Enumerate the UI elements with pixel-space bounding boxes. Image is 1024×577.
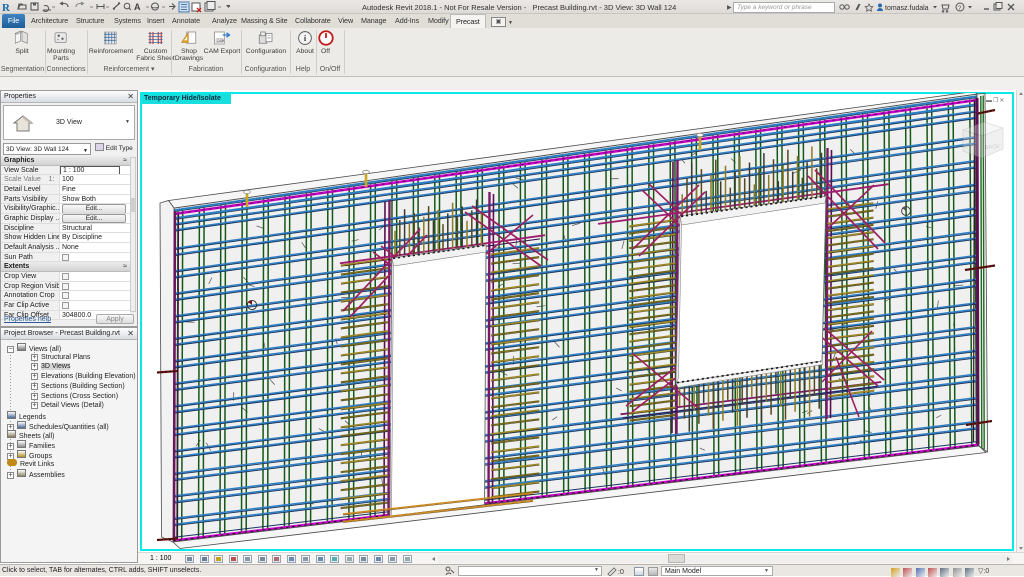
svg-text:tomasz.fudala: tomasz.fudala bbox=[885, 5, 929, 12]
svg-text:A: A bbox=[134, 2, 141, 12]
svg-text:CAM: CAM bbox=[217, 39, 225, 43]
svg-text:BACK: BACK bbox=[985, 144, 1001, 151]
svg-text:R: R bbox=[2, 2, 11, 14]
svg-text::0: :0 bbox=[618, 569, 624, 576]
